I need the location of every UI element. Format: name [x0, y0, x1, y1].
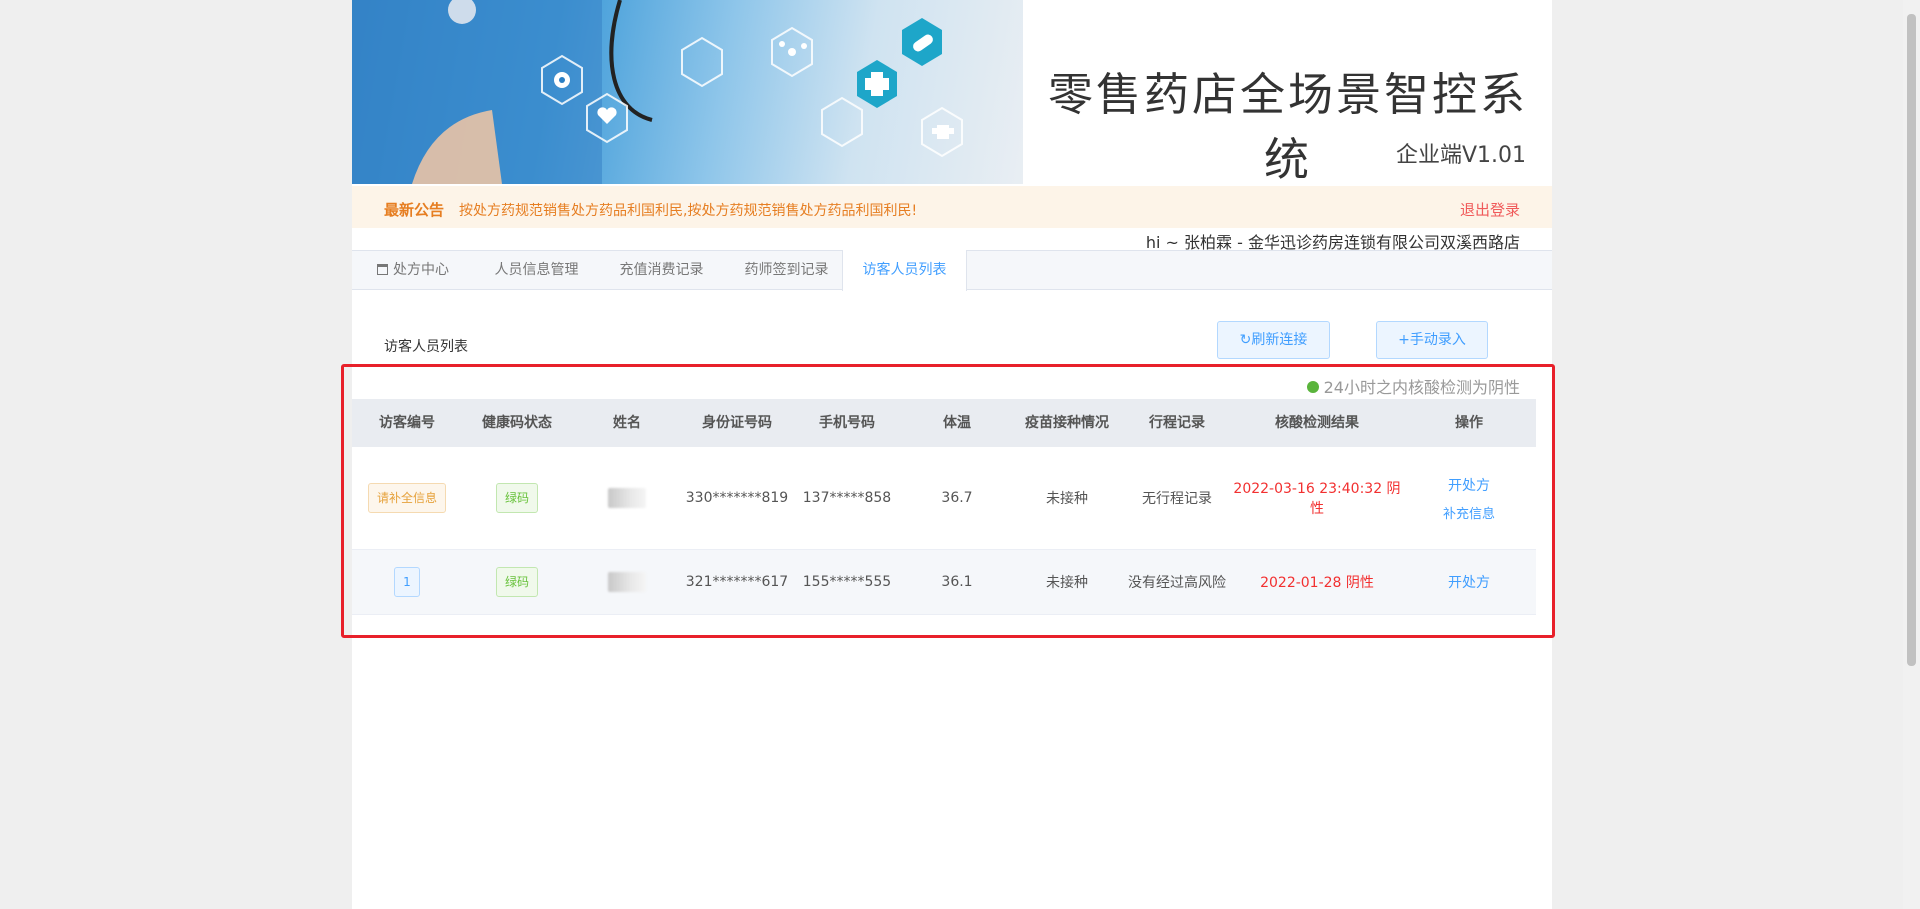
- highlight-box: [341, 364, 1555, 638]
- refresh-icon: ↻: [1239, 332, 1252, 348]
- tab-pharmacist-signin[interactable]: 药师签到记录: [724, 250, 849, 290]
- eye-icon: [554, 72, 570, 88]
- notice-label: 最新公告: [384, 201, 445, 219]
- list-title: 访客人员列表: [384, 339, 468, 355]
- banner-image: [352, 0, 1023, 184]
- app-version: 企业端V1.01: [1395, 143, 1526, 168]
- header-banner: 零售药店全场景智控系统 企业端V1.01: [352, 0, 1552, 186]
- molecule-icon: [779, 41, 807, 56]
- scrollbar-thumb[interactable]: [1907, 14, 1916, 666]
- tab-recharge-records[interactable]: 充值消费记录: [599, 250, 724, 290]
- refresh-button[interactable]: ↻刷新连接: [1217, 321, 1330, 359]
- calendar-icon: [377, 264, 388, 275]
- manual-entry-button[interactable]: +手动录入: [1376, 321, 1488, 359]
- tab-prescription-center[interactable]: 处方中心: [352, 250, 474, 290]
- tab-visitor-list[interactable]: 访客人员列表: [842, 250, 967, 291]
- notice-bar: 最新公告 按处方药规范销售处方药品利国利民,按处方药规范销售处方药品利国利民! …: [352, 186, 1552, 228]
- pill-icon: [902, 18, 942, 66]
- medical-hexagon-graphic: [352, 0, 963, 184]
- tab-personnel-management[interactable]: 人员信息管理: [474, 250, 599, 290]
- vertical-scrollbar[interactable]: [1903, 0, 1920, 909]
- tab-bar: 处方中心 人员信息管理 充值消费记录 药师签到记录 访客人员列表: [352, 250, 1552, 291]
- cross-icon: [857, 60, 897, 108]
- notice-text: 按处方药规范销售处方药品利国利民,按处方药规范销售处方药品利国利民!: [459, 203, 918, 219]
- logout-link[interactable]: 退出登录: [1460, 199, 1520, 220]
